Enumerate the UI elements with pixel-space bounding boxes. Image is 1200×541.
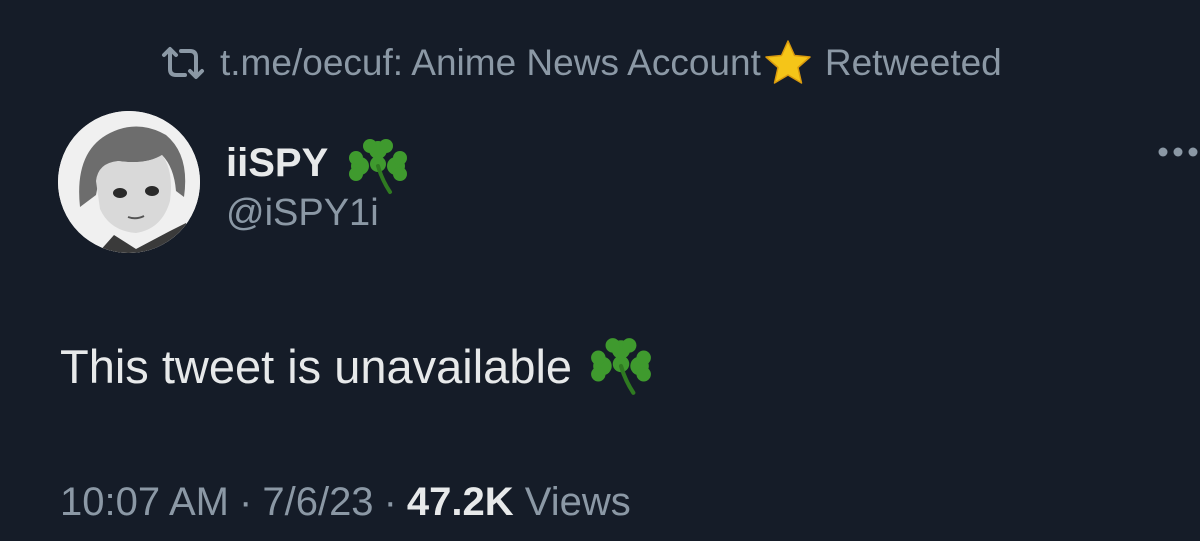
tweet-body: This tweet is unavailable: [60, 333, 654, 399]
display-name[interactable]: iiSPY: [226, 141, 328, 186]
retweeter-name[interactable]: t.me/oecuf: Anime News Account: [220, 42, 761, 84]
retweeted-label: Retweeted: [824, 42, 1002, 83]
avatar[interactable]: [58, 111, 200, 253]
author-handle[interactable]: @iSPY1i: [226, 192, 379, 235]
retweet-icon: [162, 47, 204, 79]
meta-separator: ·: [383, 480, 397, 524]
star-icon: [765, 40, 811, 84]
retweet-context: t.me/oecuf: Anime News Account Retweeted: [160, 38, 1002, 88]
tweet-meta: 10:07 AM · 7/6/23 · 47.2K Views: [60, 480, 631, 525]
anime-boy-avatar-image: [58, 111, 200, 253]
views-count: 47.2K: [406, 480, 514, 524]
author-name-row[interactable]: iiSPY: [226, 128, 410, 198]
views-label: Views: [524, 480, 631, 524]
shamrock-icon: [349, 139, 408, 194]
tweet-text: This tweet is unavailable: [60, 339, 573, 393]
more-options-icon[interactable]: [1156, 145, 1200, 159]
meta-separator: ·: [239, 480, 253, 524]
shamrock-icon: [591, 338, 651, 395]
tweet-time[interactable]: 10:07 AM: [60, 480, 229, 524]
tweet-date[interactable]: 7/6/23: [262, 480, 373, 524]
